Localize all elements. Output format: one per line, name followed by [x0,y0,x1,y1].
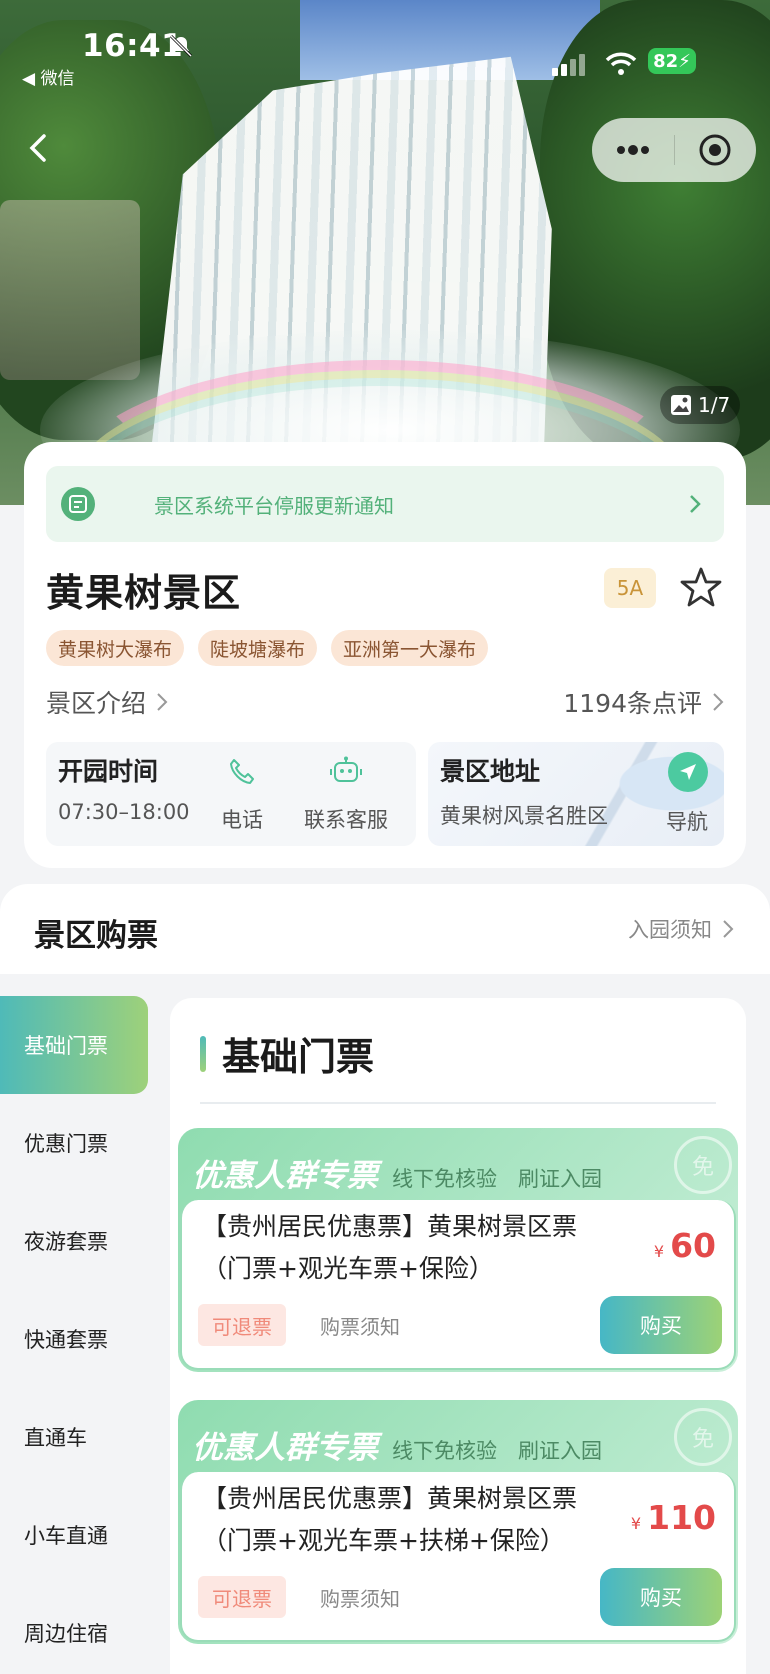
back-arrow-icon[interactable] [24,128,54,168]
chevron-right-icon [713,693,724,711]
ticket-body: 【贵州居民优惠票】黄果树景区票（门票+观光车票+扶梯+保险） ¥ 110 可退票… [180,1472,736,1642]
notice-icon [61,487,95,521]
ticket-name: 【贵州居民优惠票】黄果树景区票（门票+观光车票+扶梯+保险） [202,1484,578,1555]
phone-icon [230,759,254,784]
tickets-section-header: 景区购票 入园须知 [0,884,770,974]
sidebar-item-night-tour[interactable]: 夜游套票 [0,1192,148,1290]
notice-text: 景区系统平台停服更新通知 [154,493,394,518]
signal-icon [552,54,585,76]
chevron-right-icon [690,495,701,513]
close-miniprogram-icon[interactable] [675,118,757,182]
hours-label: 开园时间 [58,757,159,786]
ticket-list-panel: 基础门票 优惠人群专票 线下免核验 刷证入园 免 【贵州居民优惠票】黄果树景区票… [170,998,746,1674]
entry-notice-label: 入园须知 [628,918,712,942]
ticket-category-sidebar: 基础门票 优惠门票 夜游套票 快通套票 直通车 小车直通 周边住宿 [0,996,148,1674]
tag-list: 黄果树大瀑布 陡坡塘瀑布 亚洲第一大瀑布 [46,630,489,666]
phone-label: 电话 [221,808,263,832]
ticket-badge: 优惠人群专票 [192,1430,378,1466]
scenic-info-card: 景区系统平台停服更新通知 黄果树景区 5A 黄果树大瀑布 陡坡塘瀑布 亚洲第一大… [24,442,746,868]
back-to-wechat-link[interactable]: ◀ 微信 [22,64,74,89]
scenic-title: 黄果树景区 [46,571,242,615]
entry-notice-link[interactable]: 入园须知 [628,914,734,944]
ticket-body: 【贵州居民优惠票】黄果树景区票（门票+观光车票+保险） ¥ 60 可退票 购票须… [180,1200,736,1370]
gallery-icon [671,395,691,415]
tag: 陡坡塘瀑布 [198,630,318,666]
exempt-stamp-icon: 免 [674,1136,732,1194]
ticket-list-title: 基础门票 [200,1026,374,1081]
price-amount: 60 [670,1226,716,1265]
ticket-card[interactable]: 优惠人群专票 线下免核验 刷证入园 免 【贵州居民优惠票】黄果树景区票（门票+观… [178,1400,738,1644]
buy-button[interactable]: 购买 [600,1296,722,1354]
favorite-star-icon[interactable] [680,566,722,608]
navigation-icon[interactable] [668,752,708,792]
ticket-name: 【贵州居民优惠票】黄果树景区票（门票+观光车票+保险） [202,1212,578,1283]
hours-value: 07:30–18:00 [58,800,190,824]
exempt-stamp-icon: 免 [674,1408,732,1466]
purchase-notes-link[interactable]: 购票须知 [320,1576,400,1618]
tag: 黄果树大瀑布 [46,630,185,666]
ticket-badge: 优惠人群专票 [192,1158,378,1194]
hero-photo[interactable]: 16:41 ◀ 微信 82 ⚡ 1/7 [0,0,770,505]
opening-hours-box: 开园时间 07:30–18:00 电话 联系客服 [46,742,416,846]
chevron-right-icon [157,693,168,711]
refundable-badge: 可退票 [198,1304,286,1346]
more-dots-icon[interactable] [592,118,674,182]
notice-banner[interactable]: 景区系统平台停服更新通知 [46,466,724,542]
hero-cliff [0,200,140,380]
robot-icon [330,756,362,782]
address-box[interactable]: 景区地址 黄果树风景名胜区 导航 [428,742,724,846]
sidebar-item-shuttle[interactable]: 直通车 [0,1388,148,1486]
ticket-subtitle: 线下免核验 刷证入园 [392,1439,602,1463]
reviews-count: 1194条点评 [563,689,702,718]
ticket-header: 优惠人群专票 线下免核验 刷证入园 [192,1422,602,1467]
tag: 亚洲第一大瀑布 [331,630,489,666]
service-label: 联系客服 [304,808,388,832]
photo-counter-text: 1/7 [698,393,731,417]
price-currency: ¥ [630,1514,642,1533]
sidebar-item-discount-tickets[interactable]: 优惠门票 [0,1094,148,1192]
price-currency: ¥ [653,1242,665,1261]
sidebar-item-basic-tickets[interactable]: 基础门票 [0,996,148,1094]
customer-service-button[interactable]: 联系客服 [296,756,396,834]
divider [200,1102,716,1104]
ticket-list-title-text: 基础门票 [222,1035,375,1079]
purchase-notes-link[interactable]: 购票须知 [320,1304,400,1346]
sidebar-item-lodging[interactable]: 周边住宿 [0,1584,148,1674]
miniprogram-capsule [592,118,756,182]
chevron-right-icon [723,920,734,938]
sidebar-item-fast-pass[interactable]: 快通套票 [0,1290,148,1388]
reviews-link[interactable]: 1194条点评 [563,684,724,720]
address-label: 景区地址 [440,757,541,786]
sidebar-item-car-direct[interactable]: 小车直通 [0,1486,148,1584]
navigation-label[interactable]: 导航 [666,806,708,836]
price-amount: 110 [647,1498,716,1537]
address-value: 黄果树风景名胜区 [440,804,608,828]
intro-link[interactable]: 景区介绍 [46,684,168,720]
buy-button[interactable]: 购买 [600,1568,722,1626]
wifi-icon [605,52,637,75]
ticket-header: 优惠人群专票 线下免核验 刷证入园 [192,1150,602,1195]
phone-button[interactable]: 电话 [212,756,272,834]
mute-bell-icon [169,34,193,58]
photo-counter[interactable]: 1/7 [660,386,741,424]
title-accent-bar [200,1035,206,1072]
ticket-price: ¥ 110 [631,1498,716,1537]
ticket-card[interactable]: 优惠人群专票 线下免核验 刷证入园 免 【贵州居民优惠票】黄果树景区票（门票+观… [178,1128,738,1372]
refundable-badge: 可退票 [198,1576,286,1618]
level-badge: 5A [604,568,656,608]
battery-indicator: 82 ⚡ [648,48,696,74]
ticket-subtitle: 线下免核验 刷证入园 [392,1167,602,1191]
tickets-section-title: 景区购票 [34,918,158,954]
battery-level: 82 [653,50,679,72]
intro-link-label: 景区介绍 [46,689,147,718]
ticket-price: ¥ 60 [654,1226,716,1265]
